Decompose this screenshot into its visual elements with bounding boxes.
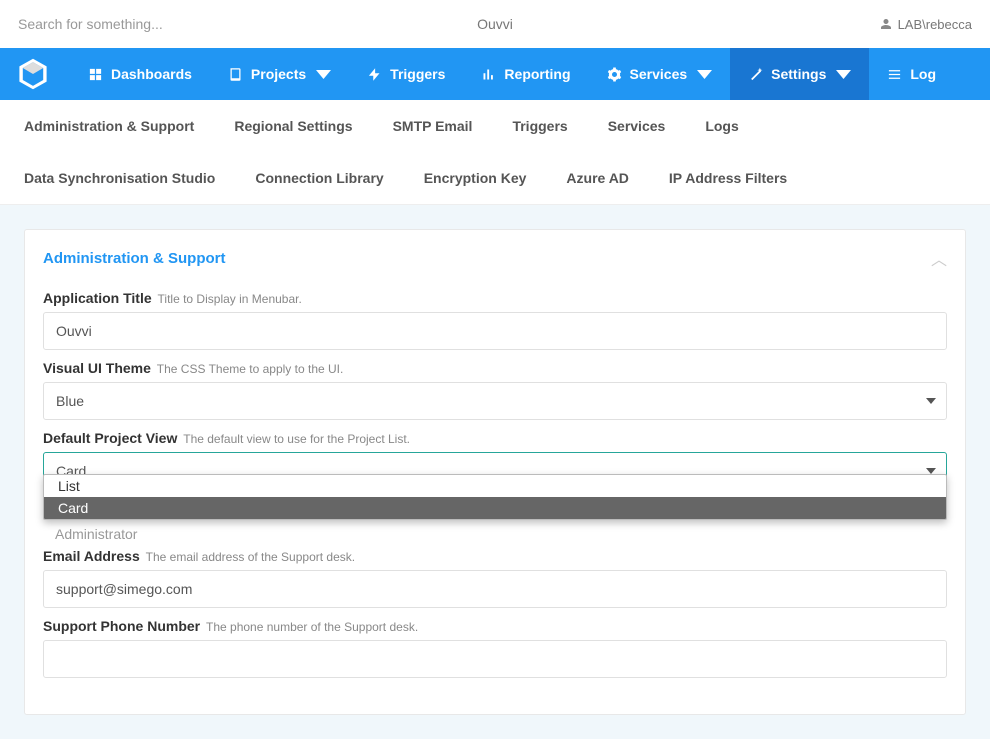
settings-panel: Administration & Support ︿ Application T…	[24, 229, 966, 715]
nav-projects[interactable]: Projects	[210, 48, 349, 100]
nav-label: Services	[630, 66, 688, 82]
nav-reporting[interactable]: Reporting	[463, 48, 588, 100]
subnav-item[interactable]: Connection Library	[255, 152, 403, 204]
subnav-item[interactable]: Data Synchronisation Studio	[24, 152, 235, 204]
nav-label: Projects	[251, 66, 306, 82]
subnav-item[interactable]: Triggers	[512, 100, 587, 152]
panel-header[interactable]: Administration & Support ︿	[25, 230, 965, 286]
label-text: Default Project View	[43, 430, 177, 446]
panel-body: Application Title Title to Display in Me…	[25, 286, 965, 714]
subnav-item[interactable]: Regional Settings	[234, 100, 372, 152]
label-text: Email Address	[43, 548, 140, 564]
app-title: Ouvvi	[336, 16, 654, 32]
subnav-item[interactable]: SMTP Email	[393, 100, 493, 152]
field-label: Email Address The email address of the S…	[43, 548, 947, 564]
subnav-item[interactable]: Administration & Support	[24, 100, 214, 152]
list-icon	[887, 67, 902, 82]
subnav-item[interactable]: Services	[608, 100, 686, 152]
nav-label: Reporting	[504, 66, 570, 82]
user-menu[interactable]: LAB\rebecca	[654, 17, 972, 32]
user-icon	[880, 18, 892, 30]
nav-label: Log	[910, 66, 936, 82]
field-label: Application Title Title to Display in Me…	[43, 290, 947, 306]
field-email-address: Email Address The email address of the S…	[43, 548, 947, 608]
email-address-input[interactable]	[43, 570, 947, 608]
bolt-icon	[367, 67, 382, 82]
subnav-item[interactable]: IP Address Filters	[669, 152, 807, 204]
field-visual-theme: Visual UI Theme The CSS Theme to apply t…	[43, 360, 947, 420]
grid-icon	[88, 67, 103, 82]
subnav-item[interactable]: Azure AD	[566, 152, 649, 204]
obscured-field-value: Administrator	[43, 526, 137, 542]
label-text: Visual UI Theme	[43, 360, 151, 376]
caret-down-icon	[836, 67, 851, 82]
content-area: Administration & Support ︿ Application T…	[0, 205, 990, 739]
field-support-phone: Support Phone Number The phone number of…	[43, 618, 947, 678]
logo[interactable]	[16, 57, 50, 91]
field-label: Default Project View The default view to…	[43, 430, 947, 446]
caret-down-icon	[316, 67, 331, 82]
book-icon	[228, 67, 243, 82]
search-input[interactable]: Search for something...	[18, 16, 336, 32]
chart-icon	[481, 67, 496, 82]
nav-services[interactable]: Services	[589, 48, 731, 100]
label-hint: The phone number of the Support desk.	[206, 620, 418, 634]
sub-nav: Administration & Support Regional Settin…	[0, 100, 990, 205]
nav-label: Dashboards	[111, 66, 192, 82]
main-nav: Dashboards Projects Triggers Reporting S…	[0, 48, 990, 100]
field-label: Support Phone Number The phone number of…	[43, 618, 947, 634]
label-hint: The email address of the Support desk.	[146, 550, 355, 564]
logo-icon	[16, 57, 50, 91]
label-hint: Title to Display in Menubar.	[158, 292, 302, 306]
subnav-item[interactable]: Logs	[705, 100, 758, 152]
gears-icon	[607, 67, 622, 82]
nav-triggers[interactable]: Triggers	[349, 48, 463, 100]
subnav-item[interactable]: Encryption Key	[424, 152, 547, 204]
dropdown-option-list[interactable]: List	[44, 475, 946, 497]
visual-theme-select[interactable]: Blue	[43, 382, 947, 420]
chevron-up-icon: ︿	[931, 246, 947, 270]
field-application-title: Application Title Title to Display in Me…	[43, 290, 947, 350]
nav-label: Settings	[771, 66, 826, 82]
support-phone-input[interactable]	[43, 640, 947, 678]
label-text: Application Title	[43, 290, 152, 306]
field-label: Visual UI Theme The CSS Theme to apply t…	[43, 360, 947, 376]
nav-settings[interactable]: Settings	[730, 48, 869, 100]
dropdown-option-card[interactable]: Card	[44, 497, 946, 519]
caret-down-icon	[697, 67, 712, 82]
nav-log[interactable]: Log	[869, 48, 954, 100]
label-hint: The CSS Theme to apply to the UI.	[157, 362, 344, 376]
nav-dashboards[interactable]: Dashboards	[70, 48, 210, 100]
wand-icon	[748, 67, 763, 82]
topbar: Search for something... Ouvvi LAB\rebecc…	[0, 0, 990, 48]
panel-title: Administration & Support	[43, 250, 226, 267]
user-label: LAB\rebecca	[898, 17, 972, 32]
nav-label: Triggers	[390, 66, 445, 82]
project-view-dropdown: List Card	[43, 474, 947, 520]
label-hint: The default view to use for the Project …	[183, 432, 410, 446]
label-text: Support Phone Number	[43, 618, 200, 634]
application-title-input[interactable]	[43, 312, 947, 350]
